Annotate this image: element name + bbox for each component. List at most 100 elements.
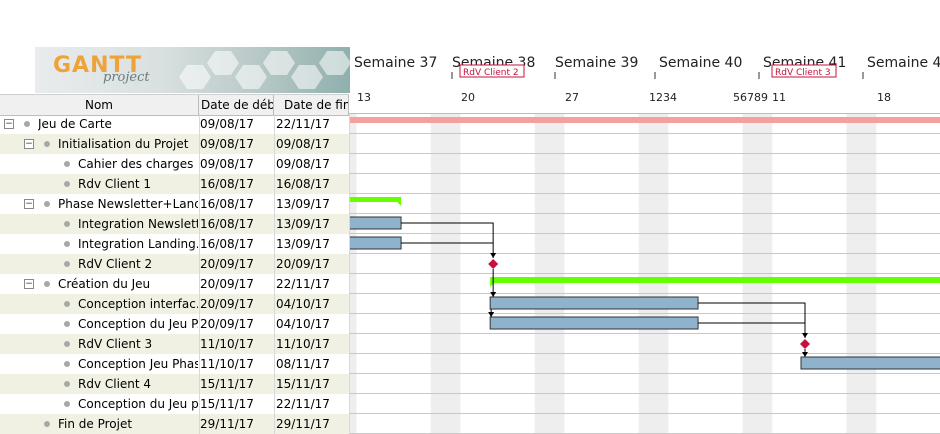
week-label: Semaine 40 xyxy=(659,55,742,71)
task-row[interactable]: Integration Landing... 16/08/17 13/09/17 xyxy=(0,234,349,254)
task-name[interactable]: Phase Newsletter+Landi... xyxy=(58,194,198,214)
task-end-date[interactable]: 22/11/17 xyxy=(276,274,348,294)
task-bullet-icon xyxy=(64,181,70,187)
task-name[interactable]: Integration Landing... xyxy=(78,234,198,254)
task-row[interactable]: Integration Newsletter16/08/1713/09/17 xyxy=(0,214,349,234)
task-start-date[interactable]: 15/11/17 xyxy=(200,394,272,414)
task-end-date[interactable]: 16/08/17 xyxy=(276,174,348,194)
column-header-name[interactable]: Nom xyxy=(0,95,199,115)
task-name[interactable]: Cahier des charges xyxy=(78,154,198,174)
task-bar[interactable] xyxy=(489,296,699,310)
task-name[interactable]: Conception interfac... xyxy=(78,294,198,314)
day-label: 13 xyxy=(357,91,371,104)
task-row[interactable]: Conception Jeu Phas...11/10/1708/11/17 xyxy=(0,354,349,374)
task-name[interactable]: Conception du Jeu P... xyxy=(78,314,198,334)
task-end-date[interactable]: 09/08/17 xyxy=(276,134,348,154)
task-row[interactable]: Conception du Jeu P... 20/09/17 04/10/17 xyxy=(0,314,349,334)
collapse-toggle-icon[interactable]: − xyxy=(24,139,34,149)
column-separator xyxy=(274,114,275,434)
task-bullet-icon xyxy=(24,121,30,127)
task-row[interactable]: Conception interfac... 20/09/17 04/10/17 xyxy=(0,294,349,314)
task-start-date[interactable]: 20/09/17 xyxy=(200,314,272,334)
task-name[interactable]: RdV Client 3 xyxy=(78,334,198,354)
dependency-arrowhead xyxy=(802,333,808,338)
task-start-date[interactable]: 20/09/17 xyxy=(200,254,272,274)
task-row[interactable]: Cahier des charges 09/08/17 09/08/17 xyxy=(0,154,349,174)
collapse-toggle-icon[interactable]: − xyxy=(24,279,34,289)
task-start-date[interactable]: 11/10/17 xyxy=(200,334,272,354)
task-name[interactable]: Création du Jeu xyxy=(58,274,198,294)
column-header-end-date[interactable]: Date de fin xyxy=(274,95,349,115)
task-name[interactable]: Fin de Projet xyxy=(58,414,198,434)
task-name[interactable]: Initialisation du Projet xyxy=(58,134,198,154)
task-bar[interactable] xyxy=(489,316,699,330)
day-label: 18 xyxy=(877,91,891,104)
task-bullet-icon xyxy=(44,141,50,147)
summary-bar[interactable] xyxy=(490,277,940,283)
day-label: 56789 xyxy=(733,91,768,104)
task-end-date[interactable]: 04/10/17 xyxy=(276,314,348,334)
task-end-date[interactable]: 22/11/17 xyxy=(276,114,348,134)
task-start-date[interactable]: 15/11/17 xyxy=(200,374,272,394)
task-start-date[interactable]: 16/08/17 xyxy=(200,194,272,214)
column-separator xyxy=(199,114,200,434)
task-row[interactable]: − Création du Jeu 20/09/17 22/11/17 xyxy=(0,274,349,294)
gantt-chart-canvas: Semaine 37 Semaine 38 Semaine 39 Semaine 40… xyxy=(349,55,940,434)
column-header-start-date[interactable]: Date de déb... xyxy=(199,95,274,115)
collapse-toggle-icon[interactable]: − xyxy=(4,119,14,129)
task-row[interactable]: RdV Client 2 20/09/17 20/09/17 xyxy=(0,254,349,274)
task-name[interactable]: Rdv Client 4 xyxy=(78,374,198,394)
task-end-date[interactable]: 29/11/17 xyxy=(276,414,348,434)
dependency-arrowhead xyxy=(802,352,808,357)
task-start-date[interactable]: 16/08/17 xyxy=(200,174,272,194)
task-name[interactable]: Jeu de Carte xyxy=(38,114,198,134)
task-start-date[interactable]: 09/08/17 xyxy=(200,154,272,174)
task-start-date[interactable]: 16/08/17 xyxy=(200,234,272,254)
summary-bar[interactable] xyxy=(349,197,402,202)
task-row[interactable]: − Jeu de Carte 09/08/17 22/11/17 xyxy=(0,114,349,134)
task-row[interactable]: RdV Client 3 11/10/17 11/10/17 xyxy=(0,334,349,354)
task-bullet-icon xyxy=(64,361,70,367)
task-end-date[interactable]: 22/11/17 xyxy=(276,394,348,414)
task-row[interactable]: − Initialisation du Projet 09/08/17 09/08/1… xyxy=(0,134,349,154)
task-bullet-icon xyxy=(64,381,70,387)
task-start-date[interactable]: 11/10/17 xyxy=(200,354,272,374)
task-start-date[interactable]: 20/09/17 xyxy=(200,274,272,294)
collapse-toggle-icon[interactable]: − xyxy=(24,199,34,209)
task-start-date[interactable]: 20/09/17 xyxy=(200,294,272,314)
task-name[interactable]: Conception du Jeu p... xyxy=(78,394,198,414)
task-start-date[interactable]: 16/08/17 xyxy=(200,214,272,234)
task-end-date[interactable]: 11/10/17 xyxy=(276,334,348,354)
task-row[interactable]: Conception du Jeu p... 15/11/17 22/11/17 xyxy=(0,394,349,414)
task-name[interactable]: Conception Jeu Phas... xyxy=(78,354,198,374)
dependency-arrowhead xyxy=(490,253,497,258)
logo-subtitle: project xyxy=(103,70,150,85)
milestone-diamond[interactable] xyxy=(488,259,499,269)
project-summary-bar[interactable] xyxy=(349,117,940,123)
task-bullet-icon xyxy=(64,221,70,227)
task-start-date[interactable]: 09/08/17 xyxy=(200,134,272,154)
task-end-date[interactable]: 13/09/17 xyxy=(276,234,348,254)
task-start-date[interactable]: 29/11/17 xyxy=(200,414,272,434)
task-bar[interactable] xyxy=(349,236,402,250)
task-end-date[interactable]: 13/09/17 xyxy=(276,214,348,234)
task-name[interactable]: Integration Newsletter xyxy=(78,214,198,234)
task-end-date[interactable]: 15/11/17 xyxy=(276,374,348,394)
task-end-date[interactable]: 20/09/17 xyxy=(276,254,348,274)
task-name[interactable]: RdV Client 2 xyxy=(78,254,198,274)
task-name[interactable]: Rdv Client 1 xyxy=(78,174,198,194)
task-start-date[interactable]: 09/08/17 xyxy=(200,114,272,134)
task-end-date[interactable]: 04/10/17 xyxy=(276,294,348,314)
task-bar[interactable] xyxy=(349,216,402,230)
milestone-diamond[interactable] xyxy=(800,339,810,349)
task-bullet-icon xyxy=(64,241,70,247)
task-row[interactable]: − Phase Newsletter+Landi...16/08/1713/09/… xyxy=(0,194,349,214)
day-label: 1234 xyxy=(649,91,677,104)
task-end-date[interactable]: 13/09/17 xyxy=(276,194,348,214)
task-end-date[interactable]: 08/11/17 xyxy=(276,354,348,374)
task-bar[interactable] xyxy=(800,356,940,370)
task-row[interactable]: Rdv Client 1 16/08/17 16/08/17 xyxy=(0,174,349,194)
task-end-date[interactable]: 09/08/17 xyxy=(276,154,348,174)
task-row[interactable]: Rdv Client 4 15/11/17 15/11/17 xyxy=(0,374,349,394)
task-row[interactable]: Fin de Projet 29/11/17 29/11/17 xyxy=(0,414,349,434)
